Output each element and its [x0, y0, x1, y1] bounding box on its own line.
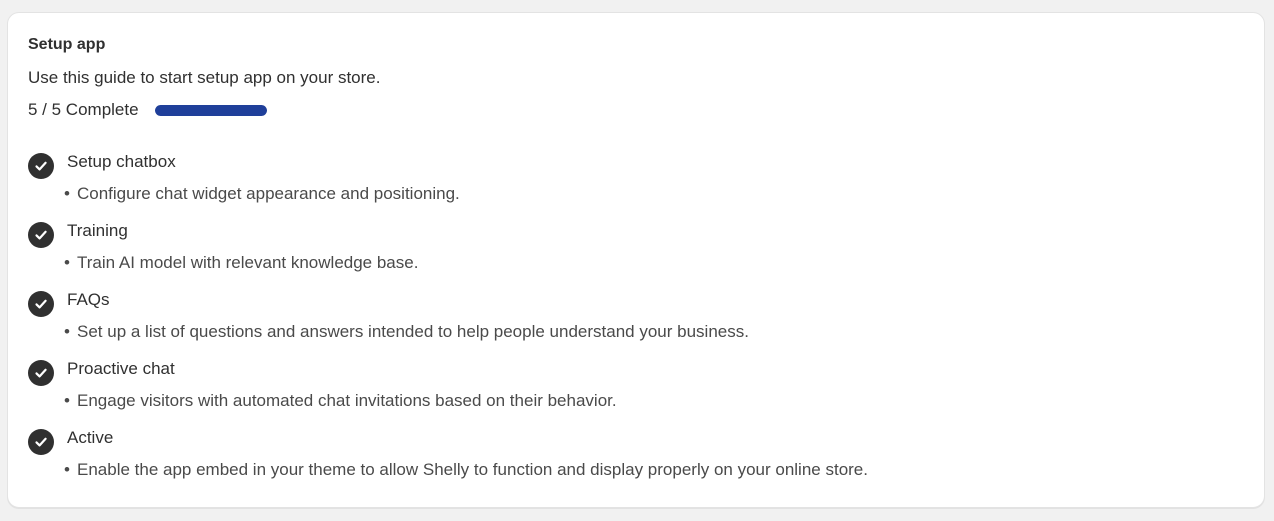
step-setup-chatbox[interactable]: Setup chatbox • Configure chat widget app… — [28, 151, 1228, 220]
step-title: FAQs — [67, 290, 110, 309]
card-title: Setup app — [28, 36, 106, 53]
progress-bar — [154, 104, 267, 116]
progress-bar-fill — [154, 104, 267, 116]
card-subtitle: Use this guide to start setup app on you… — [28, 68, 381, 87]
check-circle-icon — [28, 153, 54, 179]
bullet: • — [64, 391, 70, 410]
step-description: • Set up a list of questions and answers … — [64, 322, 749, 342]
setup-guide-card: Setup app Use this guide to start setup … — [7, 12, 1265, 508]
bullet: • — [64, 322, 70, 341]
step-description-text: Enable the app embed in your theme to al… — [77, 460, 868, 479]
step-faqs[interactable]: FAQs • Set up a list of questions and ans… — [28, 289, 1228, 358]
step-title: Active — [67, 428, 114, 447]
step-title: Proactive chat — [67, 359, 175, 378]
step-title: Setup chatbox — [67, 152, 176, 171]
step-description: • Train AI model with relevant knowledge … — [64, 253, 418, 273]
step-description-text: Set up a list of questions and answers i… — [77, 322, 749, 341]
step-training[interactable]: Training • Train AI model with relevant k… — [28, 220, 1228, 289]
bullet: • — [64, 253, 70, 272]
step-description: • Enable the app embed in your theme to a… — [64, 460, 868, 480]
step-title: Training — [67, 221, 128, 240]
steps-list: Setup chatbox • Configure chat widget app… — [28, 151, 1228, 496]
step-description: • Configure chat widget appearance and po… — [64, 184, 460, 204]
check-circle-icon — [28, 222, 54, 248]
check-circle-icon — [28, 360, 54, 386]
step-description-text: Configure chat widget appearance and pos… — [77, 184, 460, 203]
bullet: • — [64, 460, 70, 479]
bullet: • — [64, 184, 70, 203]
check-circle-icon — [28, 291, 54, 317]
step-description-text: Train AI model with relevant knowledge b… — [77, 253, 419, 272]
check-circle-icon — [28, 429, 54, 455]
progress-row: 5 / 5 Complete — [28, 100, 267, 120]
step-description: • Engage visitors with automated chat inv… — [64, 391, 617, 411]
step-active[interactable]: Active • Enable the app embed in your the… — [28, 427, 1228, 496]
step-description-text: Engage visitors with automated chat invi… — [77, 391, 617, 410]
progress-label: 5 / 5 Complete — [28, 100, 139, 119]
step-proactive-chat[interactable]: Proactive chat • Engage visitors with aut… — [28, 358, 1228, 427]
